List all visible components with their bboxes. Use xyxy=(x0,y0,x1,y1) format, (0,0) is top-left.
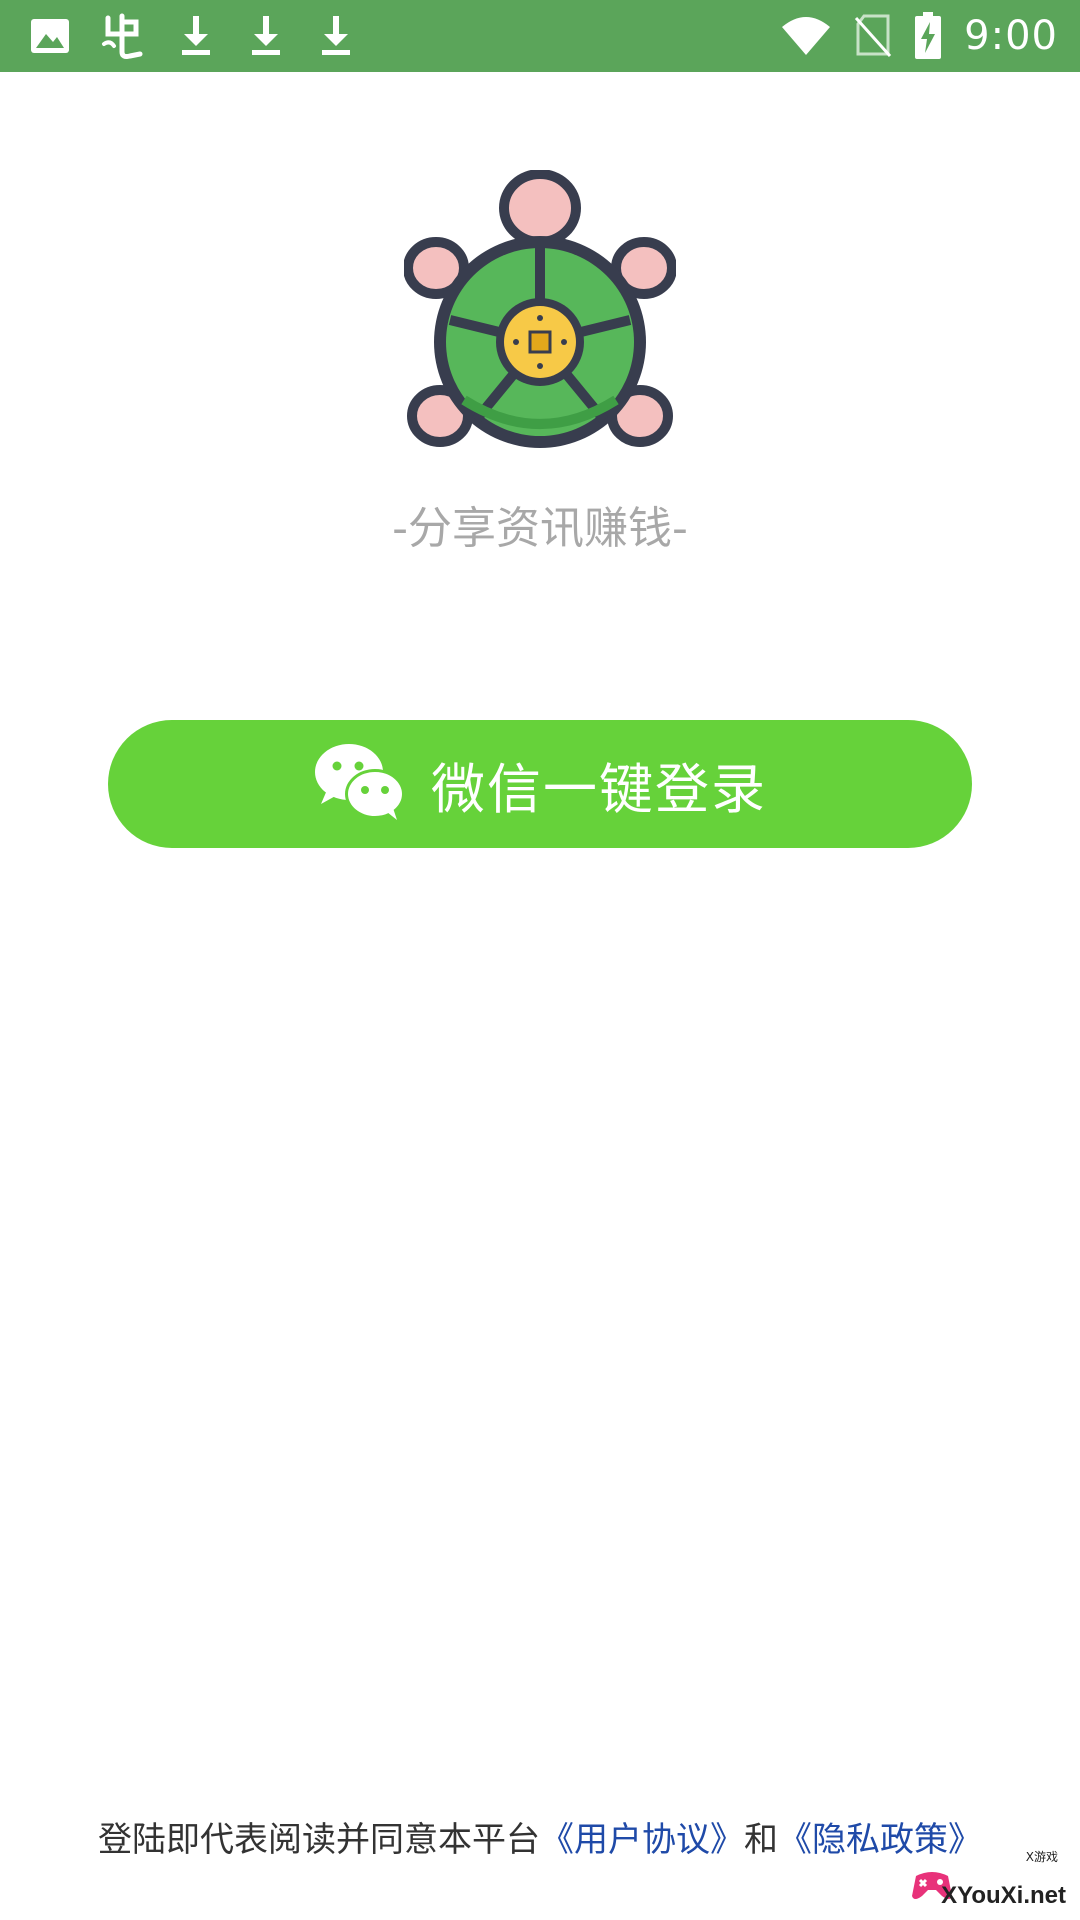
status-bar: 9:00 xyxy=(0,0,1080,72)
wechat-login-label: 微信一键登录 xyxy=(431,757,767,821)
battery-charging-icon xyxy=(914,12,942,60)
watermark: X游戏 XYouXi.net xyxy=(902,1844,1072,1914)
agreement-and: 和 xyxy=(744,1820,778,1860)
download-icon xyxy=(246,14,286,58)
app-icon xyxy=(100,12,146,60)
turtle-coin-logo xyxy=(403,169,677,450)
system-icons: 9:00 xyxy=(780,10,1058,62)
wechat-icon xyxy=(313,742,409,826)
wechat-login-button[interactable]: 微信一键登录 xyxy=(108,720,972,848)
download-icon xyxy=(176,14,216,58)
watermark-text: XYouXi.net xyxy=(941,1882,1066,1909)
wifi-icon xyxy=(780,15,832,57)
notification-icons xyxy=(30,10,356,62)
download-icon xyxy=(316,14,356,58)
user-agreement-link[interactable]: 《用户协议》 xyxy=(540,1820,744,1860)
watermark-small-text: X游戏 xyxy=(1025,1850,1058,1864)
agreement-prefix: 登陆即代表阅读并同意本平台 xyxy=(98,1820,540,1860)
no-sim-icon xyxy=(854,14,892,58)
image-icon xyxy=(30,18,70,54)
app-slogan: -分享资讯赚钱- xyxy=(392,503,688,554)
clock-time: 9:00 xyxy=(964,13,1058,59)
